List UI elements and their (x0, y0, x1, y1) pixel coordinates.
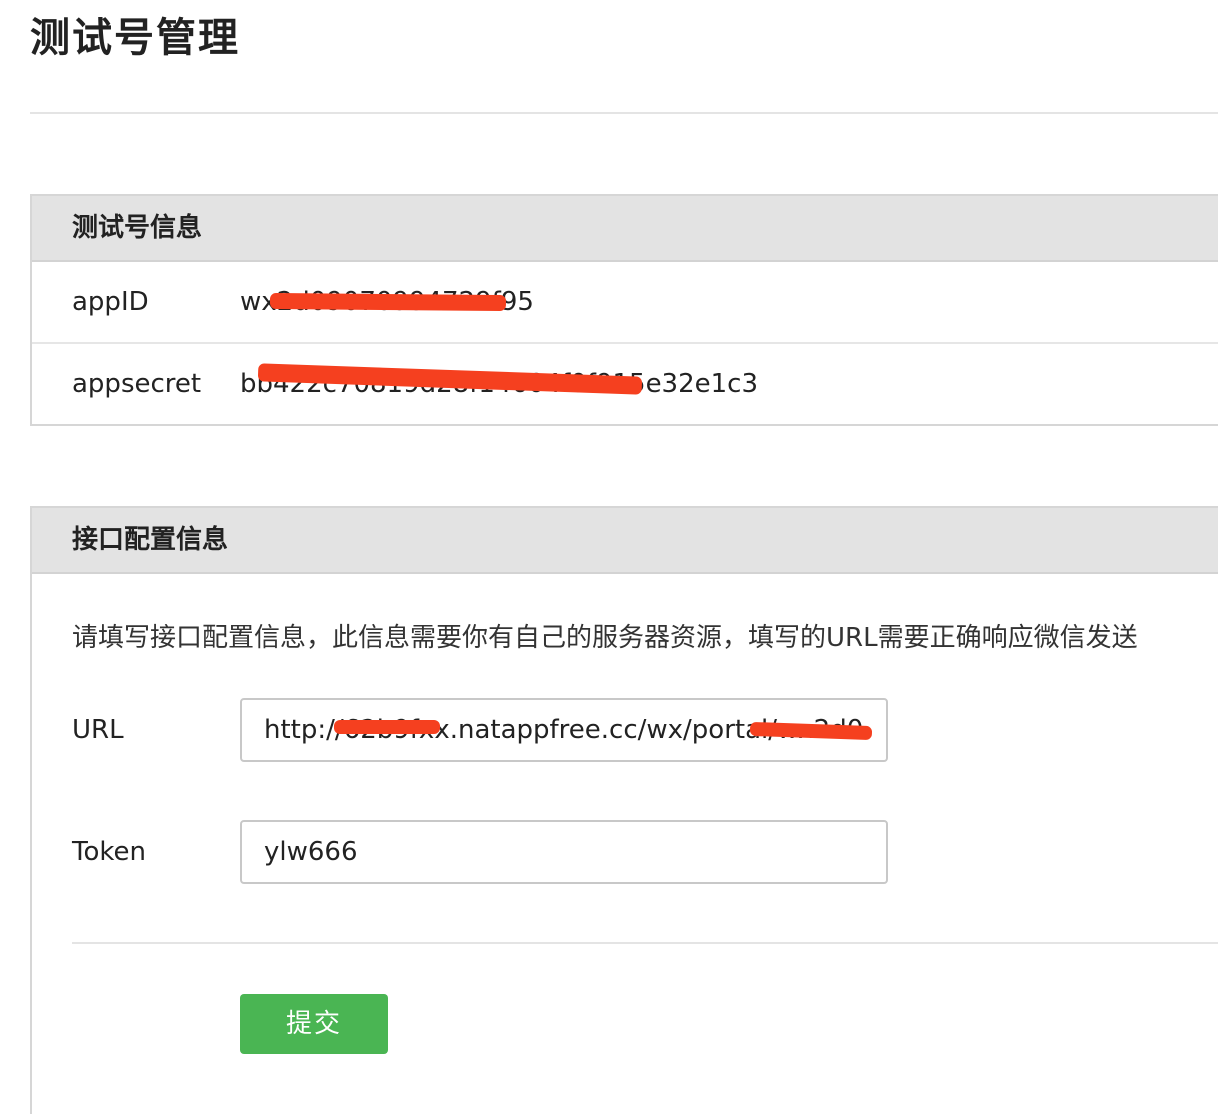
title-divider (30, 112, 1218, 114)
test-account-header: 测试号信息 (32, 196, 1218, 262)
page-title: 测试号管理 (30, 15, 240, 61)
url-field[interactable] (240, 698, 888, 762)
submit-button[interactable]: 提交 (240, 994, 388, 1054)
appid-label: appID (72, 287, 149, 317)
test-account-panel: 测试号信息 appID wx2d09070994729f95 appsecret… (30, 194, 1218, 426)
interface-config-panel: 接口配置信息 请填写接口配置信息，此信息需要你有自己的服务器资源，填写的URL需… (30, 506, 1218, 1114)
interface-config-header: 接口配置信息 (32, 508, 1218, 574)
appid-row: appID wx2d09070994729f95 (32, 262, 1218, 344)
appsecret-row: appsecret bb422c70819d28f14604f0f915e32e… (32, 344, 1218, 426)
form-divider (72, 942, 1218, 944)
page: 测试号管理 测试号信息 appID wx2d09070994729f95 app… (0, 0, 1218, 1114)
token-input[interactable] (242, 822, 886, 882)
appsecret-label: appsecret (72, 369, 202, 399)
url-redaction-mark-1 (334, 720, 440, 734)
interface-config-description: 请填写接口配置信息，此信息需要你有自己的服务器资源，填写的URL需要正确响应微信… (72, 623, 1138, 653)
token-label: Token (72, 837, 146, 867)
url-label: URL (72, 715, 124, 745)
token-field[interactable] (240, 820, 888, 884)
appid-redaction-mark (269, 292, 507, 312)
